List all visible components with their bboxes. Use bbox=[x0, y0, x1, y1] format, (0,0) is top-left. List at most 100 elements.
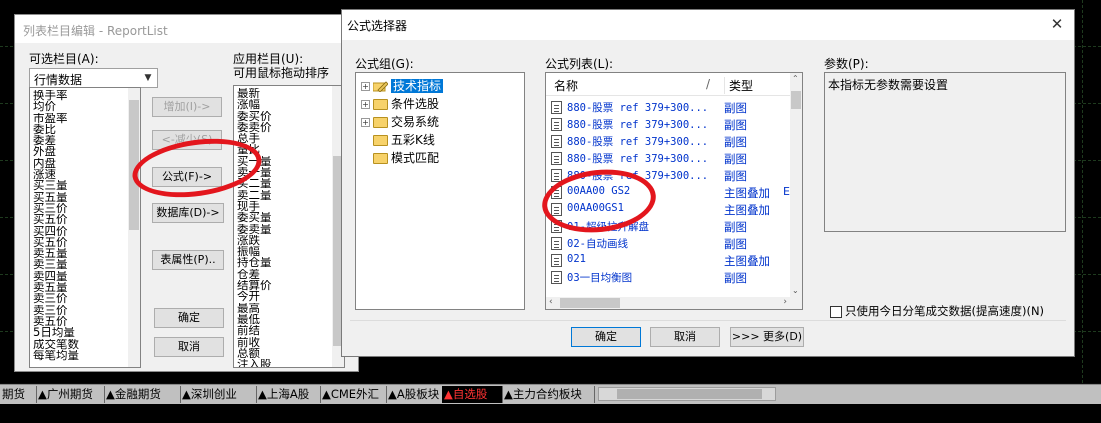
formula-list-vscroll[interactable]: ⌃ ⌄ bbox=[790, 73, 802, 309]
list-item[interactable]: 买三价 bbox=[33, 203, 126, 214]
scroll-down-icon[interactable]: ⌄ bbox=[792, 286, 799, 295]
column-type-header[interactable]: 类型 bbox=[724, 77, 753, 94]
list-item[interactable]: 振幅 bbox=[237, 246, 330, 257]
market-tab[interactable]: ▲上海A股 bbox=[256, 386, 320, 403]
list-item[interactable]: 卖三量 bbox=[33, 259, 126, 270]
formula-row[interactable]: 880-股票 ref 379+300... 副图 bbox=[551, 116, 788, 133]
formula-group-tree[interactable]: + 技术指标 + 条件选股 + 交易系统 五彩K线 模式匹配 bbox=[355, 72, 525, 310]
table-attributes-button[interactable]: 表属性(P).. bbox=[152, 250, 224, 270]
list-item[interactable]: 内盘 bbox=[33, 158, 126, 169]
list-item[interactable]: 持仓量 bbox=[237, 257, 330, 268]
list-item[interactable]: 注入股 bbox=[237, 359, 330, 367]
list-item[interactable]: 买五价 bbox=[33, 237, 126, 248]
list-item[interactable]: 市盈率 bbox=[33, 113, 126, 124]
list-item[interactable]: 卖二量 bbox=[237, 190, 330, 201]
list-item[interactable]: 仓差 bbox=[237, 269, 330, 280]
formula-selector-dialog: 公式选择器 ✕ 公式组(G): 公式列表(L): 参数(P): + 技术指标 + 条… bbox=[341, 9, 1075, 357]
list-item[interactable]: 均价 bbox=[33, 101, 126, 112]
market-tab[interactable]: ▲主力合约板块 bbox=[502, 386, 594, 403]
database-button[interactable]: 数据库(D)-> bbox=[152, 203, 224, 223]
formula-ok-button[interactable]: 确定 bbox=[571, 327, 641, 347]
category-combo[interactable]: 行情数据 ▼ bbox=[29, 68, 158, 88]
list-item[interactable]: 委卖量 bbox=[237, 224, 330, 235]
list-item[interactable]: 卖五价 bbox=[33, 316, 126, 327]
market-tab[interactable]: ▲广州期货 bbox=[36, 386, 104, 403]
column-name-header[interactable]: 名称 bbox=[554, 77, 578, 94]
expand-icon[interactable]: + bbox=[361, 82, 370, 91]
market-tab[interactable]: ▲A股板块 bbox=[386, 386, 442, 403]
list-item[interactable]: 涨速 bbox=[33, 169, 126, 180]
list-item[interactable]: 今开 bbox=[237, 291, 330, 302]
list-item[interactable]: 前收 bbox=[237, 337, 330, 348]
list-item[interactable]: 买五价 bbox=[33, 214, 126, 225]
ok-button[interactable]: 确定 bbox=[154, 308, 224, 328]
list-item[interactable]: 委卖价 bbox=[237, 122, 330, 133]
tree-item-technical[interactable]: + 技术指标 bbox=[361, 77, 444, 94]
expand-icon[interactable]: + bbox=[361, 118, 370, 127]
list-item[interactable]: 每笔均量 bbox=[33, 350, 126, 361]
list-item[interactable]: 买五量 bbox=[33, 192, 126, 203]
list-item[interactable]: 现手 bbox=[237, 201, 330, 212]
list-item[interactable]: 卖四量 bbox=[33, 271, 126, 282]
list-item[interactable]: 卖五量 bbox=[33, 248, 126, 259]
tree-item-pattern-match[interactable]: 模式匹配 bbox=[373, 149, 439, 166]
list-item[interactable]: 买二量 bbox=[237, 178, 330, 189]
list-item[interactable]: 涨跌 bbox=[237, 235, 330, 246]
cancel-button[interactable]: 取消 bbox=[154, 337, 224, 357]
formula-row[interactable]: 880-股票 ref 379+300... 副图 bbox=[551, 99, 788, 116]
list-item[interactable]: 卖三价 bbox=[33, 293, 126, 304]
tree-item-trading-system[interactable]: + 交易系统 bbox=[361, 113, 439, 130]
scroll-left-icon[interactable]: ‹ bbox=[549, 297, 553, 307]
scroll-right-icon[interactable]: › bbox=[783, 297, 787, 307]
list-item[interactable]: 最新 bbox=[237, 88, 330, 99]
formula-row[interactable]: 021 主图叠加 bbox=[551, 252, 788, 269]
formula-cancel-button[interactable]: 取消 bbox=[650, 327, 720, 347]
document-icon bbox=[551, 271, 562, 284]
list-item[interactable]: 结算价 bbox=[237, 280, 330, 291]
list-item[interactable]: 5日均量 bbox=[33, 327, 126, 338]
formula-list-hscroll[interactable]: ‹ › bbox=[546, 297, 790, 309]
scroll-up-icon[interactable]: ⌃ bbox=[792, 74, 799, 83]
market-tab[interactable]: 期货 bbox=[0, 386, 36, 403]
available-columns-list[interactable]: 换手率 均价 市盈率 委比 委差 外盘 内盘 涨速 买三量 买五量 买三价 买五价 买四价 买五价 卖五量卖… bbox=[29, 87, 141, 368]
list-item[interactable]: 涨幅 bbox=[237, 99, 330, 110]
list-item[interactable]: 总手 bbox=[237, 133, 330, 144]
list-item[interactable]: 卖三价 bbox=[33, 305, 126, 316]
list-item[interactable]: 委比 bbox=[33, 124, 126, 135]
list-item[interactable]: 委差 bbox=[33, 135, 126, 146]
today-tick-data-checkbox[interactable]: 只使用今日分笔成交数据(提高速度)(N) bbox=[830, 303, 1044, 319]
list-item[interactable]: 最低 bbox=[237, 314, 330, 325]
list-item[interactable]: 前结 bbox=[237, 325, 330, 336]
tab-bar-scrollbar[interactable] bbox=[598, 387, 776, 401]
list-item[interactable]: 买三量 bbox=[33, 180, 126, 191]
formula-row[interactable]: 03一目均衡图 副图 bbox=[551, 269, 788, 286]
formula-row[interactable]: 880-股票 ref 379+300... 副图 bbox=[551, 150, 788, 167]
market-tab[interactable]: ▲自选股 bbox=[442, 386, 502, 403]
list-item[interactable]: 最高 bbox=[237, 303, 330, 314]
tree-item-stock-selection[interactable]: + 条件选股 bbox=[361, 95, 439, 112]
formula-row[interactable]: 880-股票 ref 379+300... 副图 bbox=[551, 133, 788, 150]
market-tab[interactable]: ▲深圳创业 bbox=[180, 386, 256, 403]
add-column-button[interactable]: 增加(I)-> bbox=[152, 97, 222, 117]
formula-name: 021 bbox=[567, 253, 586, 265]
checkbox-box[interactable] bbox=[830, 305, 842, 318]
list-item[interactable]: 委买价 bbox=[237, 111, 330, 122]
list-item[interactable]: 买四价 bbox=[33, 226, 126, 237]
expand-icon[interactable]: + bbox=[361, 100, 370, 109]
list-item[interactable]: 总额 bbox=[237, 348, 330, 359]
tree-item-color-kline[interactable]: 五彩K线 bbox=[373, 131, 435, 148]
applied-columns-list[interactable]: 最新 涨幅 委买价 委卖价 总手 量比 买一量 卖一量 买二量 卖二量 现手 委买量 委卖量 涨跌 振幅 持仓… bbox=[233, 85, 345, 368]
available-list-scrollbar[interactable] bbox=[128, 88, 140, 367]
market-tab[interactable]: ▲CME外汇 bbox=[320, 386, 386, 403]
list-item[interactable]: 卖五量 bbox=[33, 282, 126, 293]
list-item[interactable]: 换手率 bbox=[33, 90, 126, 101]
formula-type: 副图 bbox=[724, 271, 747, 285]
close-icon[interactable]: ✕ bbox=[1050, 16, 1064, 32]
formula-row[interactable]: 02-自动画线 副图 bbox=[551, 235, 788, 252]
document-icon bbox=[551, 101, 562, 114]
list-item[interactable]: 成交笔数 bbox=[33, 339, 126, 350]
more-button[interactable]: >>> 更多(D) bbox=[730, 327, 804, 347]
list-item[interactable]: 委买量 bbox=[237, 212, 330, 223]
list-item[interactable]: 外盘 bbox=[33, 146, 126, 157]
market-tab[interactable]: ▲金融期货 bbox=[104, 386, 180, 403]
